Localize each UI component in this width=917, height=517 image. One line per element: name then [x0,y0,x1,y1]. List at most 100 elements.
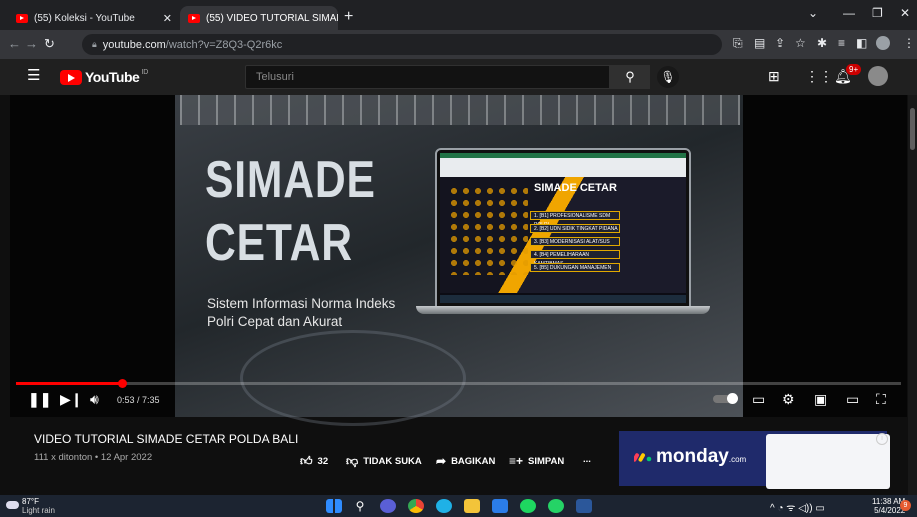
search-icon: ⚲ [625,69,635,84]
youtube-logo[interactable]: YouTube ID [60,69,148,85]
tab-search-icon[interactable]: ⌄ [808,6,818,20]
video-letterbox-right [743,95,907,417]
edge-icon[interactable] [436,499,452,513]
word-icon[interactable] [576,499,592,513]
add-to-playlist-icon: ≡+ [509,454,524,468]
more-actions-button[interactable]: ... [583,454,591,465]
tab-video-tutorial[interactable]: (55) VIDEO TUTORIAL SIMADE 🔊︎ ✕ [180,6,338,30]
install-app-icon[interactable]: ⎘ [733,36,743,51]
ad-brand-logo: monday.com [656,446,746,468]
extension-pin-icon[interactable]: ✱ [817,36,827,50]
apps-grid-icon[interactable]: ⋮⋮ [805,68,833,85]
search-button[interactable]: ⚲ [610,65,650,89]
studio-ceiling-lights [180,95,740,125]
voice-search-mic-icon[interactable]: 🎙︎ [657,66,679,88]
video-overlay-title-line1: SIMADE [205,151,376,209]
file-explorer-icon[interactable] [464,499,480,513]
video-meta: 111 x ditonton • 12 Apr 2022 [34,452,153,463]
spotify-icon[interactable] [520,499,536,513]
video-overlay-subtitle-line1: Sistem Informasi Norma Indeks [207,296,396,311]
autoplay-toggle-knob[interactable] [727,393,738,404]
lock-icon[interactable]: 🔒︎ [92,39,97,50]
ad-brand-name: monday [656,446,729,467]
youtube-favicon-icon [188,13,200,23]
browser-menu-icon[interactable]: ⋮ [903,36,915,50]
forward-icon[interactable]: → [25,36,38,51]
profile-avatar-icon[interactable] [876,36,890,50]
subtitles-icon[interactable]: ▭ [752,391,765,408]
menu-icon[interactable]: ☰ [27,66,40,84]
dislike-button[interactable]: 👎︎ TIDAK SUKA [346,454,422,469]
youtube-favicon-icon [16,13,28,23]
next-video-icon[interactable]: ▶❙ [60,391,83,408]
video-time: 0:53 / 7:35 [117,395,160,405]
like-button[interactable]: 👍︎ 32 [300,454,328,469]
spreadsheet-titlebar [440,153,686,158]
share-arrow-icon: ➦ [436,454,447,468]
thumbs-up-icon: 👍︎ [300,454,313,468]
video-overlay-title-line2: CETAR [205,214,353,272]
notification-badge: 9+ [846,64,862,75]
reload-icon[interactable]: ↻ [44,36,55,52]
miniplayer-icon[interactable]: ▣ [814,391,827,408]
address-bar[interactable]: 🔒︎ youtube.com /watch?v=Z8Q3-Q2r6kc [82,34,722,55]
video-letterbox-left [10,95,175,417]
system-tray[interactable]: ^ ◔ ᯤ ◁)) ▭ [770,500,825,514]
ad-brand-suffix: .com [728,455,747,464]
account-avatar[interactable] [868,66,888,86]
tab-close-icon[interactable]: ✕ [163,12,172,25]
new-tab-button[interactable]: + [344,8,353,26]
hexagon-pattern [448,185,528,275]
screen-title: SIMADE CETAR [534,182,617,194]
weather-widget[interactable]: 87°F Light rain [22,497,55,515]
laptop-base [416,306,710,314]
screen-menu-item: 4. [B4] PEMELIHARAAN KAMTIBMAS [530,250,620,267]
thumbs-down-icon: 👎︎ [346,454,359,468]
windows-start-icon[interactable] [326,499,342,513]
store-icon[interactable] [492,499,508,513]
screen-menu-item: 5. [B5] DUKUNGAN MANAJEMEN [530,263,620,272]
notification-count-badge[interactable]: 9 [900,500,911,511]
cloud-rain-icon[interactable] [6,501,19,509]
settings-gear-icon[interactable]: ⚙ [782,391,795,408]
fullscreen-icon[interactable]: ⛶ [876,391,886,408]
url-path: /watch?v=Z8Q3-Q2r6kc [165,38,283,51]
chrome-icon[interactable] [408,499,424,513]
theater-mode-icon[interactable]: ▭ [846,391,859,408]
ad-info-icon[interactable]: i [876,433,888,445]
dislike-label: TIDAK SUKA [363,456,422,467]
weather-desc: Light rain [22,506,55,515]
video-overlay-subtitle-line2: Polri Cepat dan Akurat [207,314,343,329]
volume-icon[interactable]: 🔊︎ [90,391,99,408]
screen-menu-item: 2. [B2] UDN SIDIK TINGKAT PIDANA [530,224,620,233]
share-page-icon[interactable]: ⇪ [775,36,785,50]
decorative-arc [240,330,466,426]
pause-icon[interactable]: ❚❚ [28,391,51,408]
restore-icon[interactable]: ❐ [872,6,883,20]
minimize-icon[interactable]: — [843,6,855,20]
bookmark-star-icon[interactable]: ☆ [795,36,806,50]
search-taskbar-icon[interactable]: ⚲ [352,499,368,513]
whatsapp-icon[interactable] [548,499,564,513]
back-icon[interactable]: ← [8,36,21,51]
share-label: BAGIKAN [451,455,496,467]
create-video-icon[interactable]: ⊞ [768,68,780,85]
teams-chat-icon[interactable] [380,499,396,513]
close-window-icon[interactable]: ✕ [900,6,910,20]
tab-cast-icon[interactable]: ▤ [754,36,765,50]
save-button[interactable]: ≡+ SIMPAN [509,454,564,468]
monday-logo-mark-icon [634,453,652,462]
side-panel-icon[interactable]: ◧ [856,36,867,50]
tab-koleksi[interactable]: (55) Koleksi - YouTube ✕ [8,6,180,30]
page-scrollbar[interactable] [908,95,917,495]
video-progress-bar[interactable] [16,382,901,385]
screen-taskbar [440,295,686,303]
scrollbar-thumb[interactable] [910,108,915,150]
share-button[interactable]: ➦ BAGIKAN [436,454,495,468]
save-label: SIMPAN [528,455,565,467]
tab-title: (55) VIDEO TUTORIAL SIMADE [206,12,338,24]
youtube-play-logo-icon [60,69,82,85]
url-host: youtube.com [102,38,166,51]
search-input[interactable]: Telusuri [245,65,610,89]
reading-list-icon[interactable]: ≡ [838,36,845,50]
